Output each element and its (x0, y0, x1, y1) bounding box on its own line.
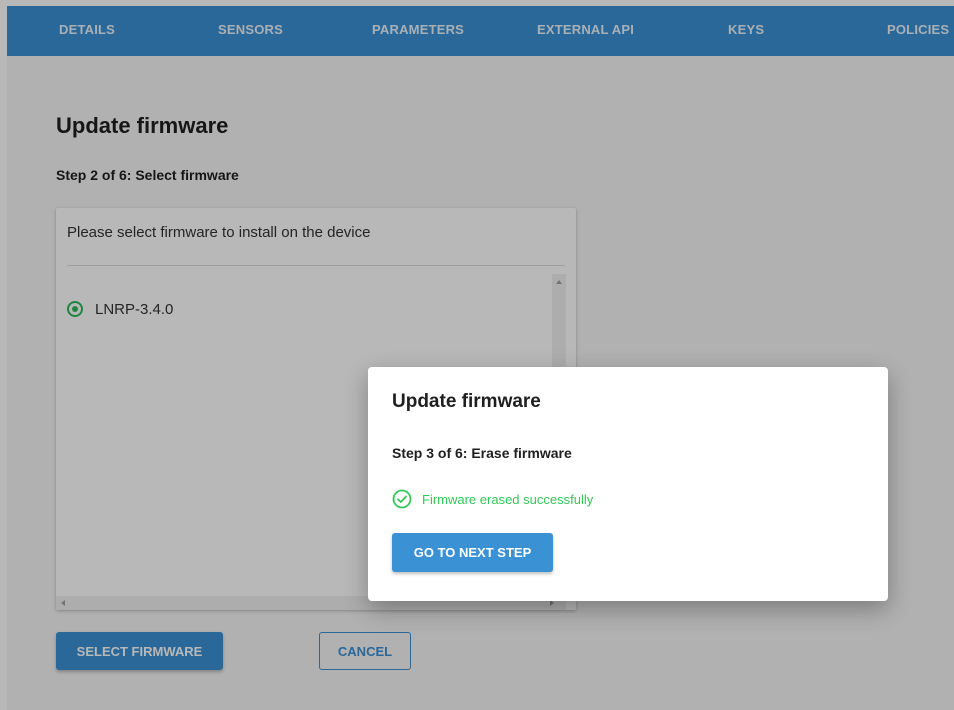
dialog-title: Update firmware (392, 391, 541, 412)
status-text: Firmware erased successfully (422, 491, 594, 507)
dialog-step-label: Step 3 of 6: Erase firmware (392, 445, 572, 461)
update-firmware-dialog: Update firmware Step 3 of 6: Erase firmw… (368, 367, 888, 601)
go-to-next-step-button[interactable]: GO TO NEXT STEP (392, 533, 553, 572)
check-circle-icon (392, 489, 412, 509)
erase-status: Firmware erased successfully (392, 489, 593, 509)
modal-backdrop (0, 0, 954, 710)
